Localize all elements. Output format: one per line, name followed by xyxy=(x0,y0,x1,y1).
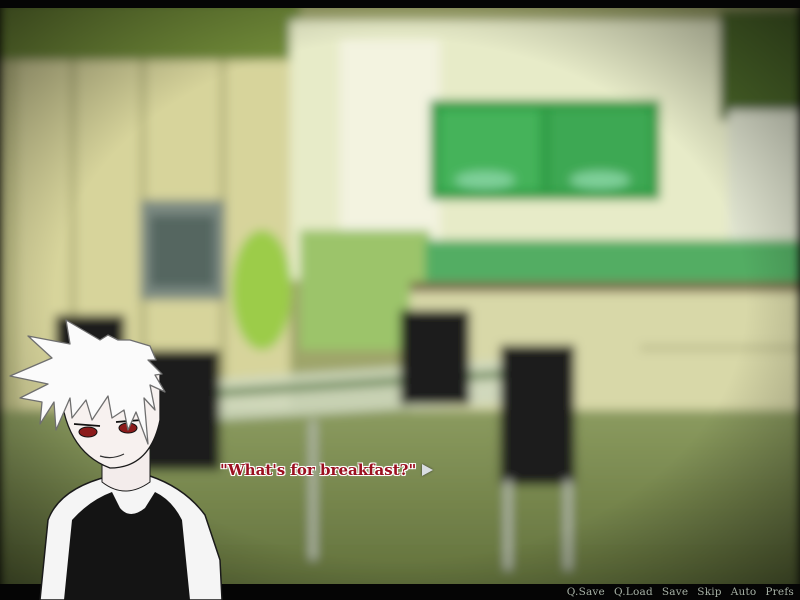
auto-button[interactable]: Auto xyxy=(731,586,757,598)
prefs-button[interactable]: Prefs xyxy=(765,586,794,598)
quick-menu: Q.Save Q.Load Save Skip Auto Prefs xyxy=(567,586,794,598)
game-screen[interactable]: "What's for breakfast?" Q.Save Q.Load Sa… xyxy=(0,0,800,600)
continue-arrow-icon[interactable] xyxy=(422,464,434,476)
dialogue-box[interactable]: "What's for breakfast?" xyxy=(220,458,434,482)
save-button[interactable]: Save xyxy=(662,586,688,598)
skip-button[interactable]: Skip xyxy=(697,586,721,598)
qload-button[interactable]: Q.Load xyxy=(614,586,653,598)
dialogue-text: "What's for breakfast?" xyxy=(220,461,417,479)
kitchen-background xyxy=(0,0,800,600)
qsave-button[interactable]: Q.Save xyxy=(567,586,605,598)
